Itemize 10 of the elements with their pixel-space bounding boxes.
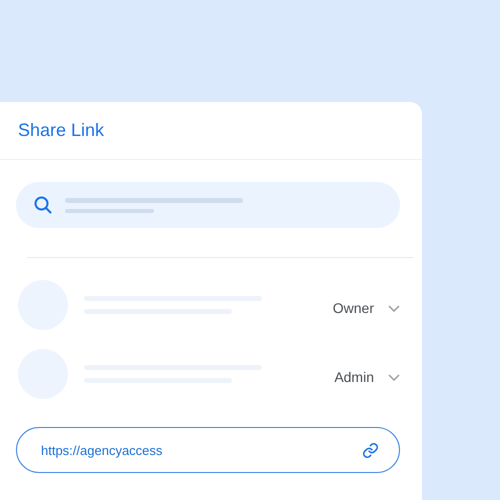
search-icon bbox=[34, 196, 52, 214]
chevron-icon bbox=[388, 374, 400, 380]
panel-title: Share Link bbox=[18, 120, 104, 141]
search-field[interactable] bbox=[16, 182, 400, 228]
link-icon bbox=[362, 442, 379, 458]
role-dropdown[interactable]: Owner bbox=[332, 300, 400, 316]
role-dropdown[interactable]: Admin bbox=[334, 369, 400, 385]
chevron-icon bbox=[388, 304, 400, 312]
link-field[interactable]: https://agencyaccess bbox=[16, 427, 400, 473]
link-url: https://agencyaccess bbox=[41, 442, 162, 458]
